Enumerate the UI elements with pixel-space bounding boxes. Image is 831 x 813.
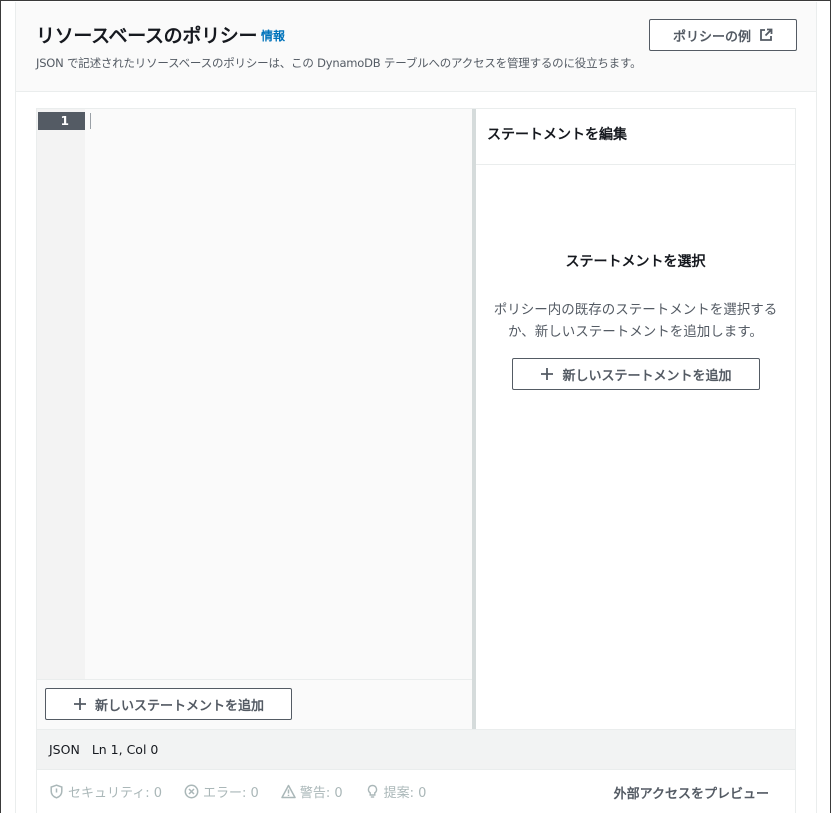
policy-editor: 1 新しいステートメントを追加 ステートメントを編集 ステートメントを選択 ポリ… (36, 108, 796, 813)
validation-bar: セキュリティ: 0 エラー: 0 警告: 0 提案: 0 外部アクセスをプレビュ… (37, 769, 795, 813)
side-add-statement-button[interactable]: 新しいステートメントを追加 (512, 358, 760, 390)
plus-icon (73, 697, 87, 711)
cursor-position: Ln 1, Col 0 (91, 742, 159, 757)
page-title: リソースベースのポリシー (36, 25, 258, 47)
add-statement-label: 新しいステートメントを追加 (94, 698, 264, 714)
side-add-statement-label: 新しいステートメントを追加 (562, 368, 732, 384)
panel-header: リソースベースのポリシー 情報 JSON で記述されたリソースベースのポリシーは… (16, 2, 816, 92)
preview-external-access-button[interactable]: 外部アクセスをプレビュー (614, 783, 769, 802)
line-gutter (37, 109, 85, 679)
plus-icon (540, 367, 554, 381)
page-description: JSON で記述されたリソースベースのポリシーは、この DynamoDB テーブ… (36, 56, 642, 70)
window-frame: リソースベースのポリシー 情報 JSON で記述されたリソースベースのポリシーは… (0, 0, 831, 813)
policy-examples-button[interactable]: ポリシーの例 (649, 19, 797, 51)
json-code-editor[interactable]: 1 新しいステートメントを追加 (37, 109, 472, 729)
shield-icon (49, 784, 64, 799)
side-panel-title: ステートメントを編集 (476, 109, 795, 165)
info-link[interactable]: 情報 (261, 27, 285, 44)
empty-state-title: ステートメントを選択 (565, 254, 706, 270)
statement-side-panel: ステートメントを編集 ステートメントを選択 ポリシー内の既存のステートメントを選… (476, 109, 795, 729)
security-count: セキュリティ: 0 (68, 786, 163, 801)
suggestions-count: 提案: 0 (383, 786, 427, 801)
add-statement-button[interactable]: 新しいステートメントを追加 (45, 688, 292, 720)
warnings-tab[interactable]: 警告: 0 (281, 782, 343, 801)
security-findings-tab[interactable]: セキュリティ: 0 (49, 782, 162, 801)
warning-icon (281, 784, 296, 799)
line-number: 1 (38, 112, 85, 130)
warnings-count: 警告: 0 (299, 786, 343, 801)
external-link-icon (759, 28, 773, 42)
policy-examples-label: ポリシーの例 (672, 29, 751, 45)
errors-count: エラー: 0 (203, 786, 259, 801)
suggestions-tab[interactable]: 提案: 0 (365, 782, 427, 801)
resource-policy-panel: リソースベースのポリシー 情報 JSON で記述されたリソースベースのポリシーは… (15, 2, 817, 813)
editor-status-bar: JSON Ln 1, Col 0 (37, 729, 795, 769)
lightbulb-icon (365, 784, 380, 799)
text-cursor (90, 113, 91, 129)
language-indicator: JSON (49, 742, 80, 757)
code-text-area[interactable] (85, 109, 472, 679)
error-icon (184, 784, 199, 799)
errors-tab[interactable]: エラー: 0 (184, 782, 259, 801)
empty-state-description: ポリシー内の既存のステートメントを選択するか、新しいステートメントを追加します。 (493, 302, 778, 340)
